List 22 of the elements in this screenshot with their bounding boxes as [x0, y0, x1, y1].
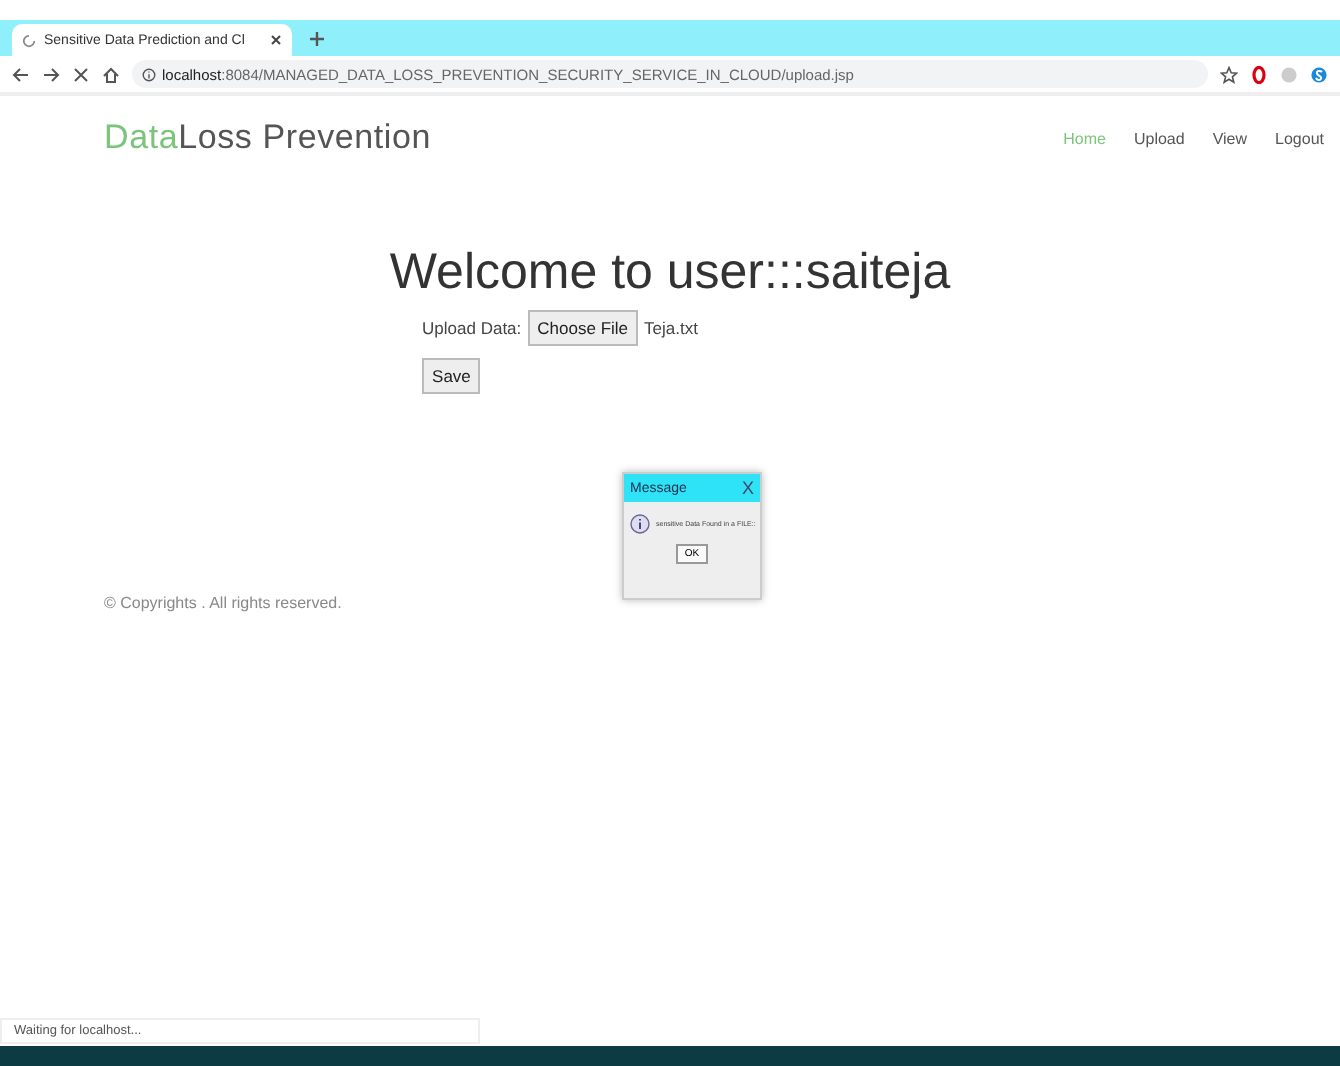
extension-icon[interactable]: [1310, 65, 1328, 83]
stop-icon[interactable]: [72, 65, 90, 83]
forward-icon[interactable]: [42, 65, 60, 83]
upload-label: Upload Data:: [422, 318, 522, 338]
close-button[interactable]: X: [741, 478, 754, 498]
site-logo[interactable]: DataLoss Prevention: [104, 118, 1064, 158]
copyright-text: © Copyrights . All rights reserved.: [104, 594, 344, 612]
new-tab-icon[interactable]: [308, 29, 326, 47]
choose-file-button[interactable]: Choose File: [527, 310, 639, 346]
nav-link[interactable]: View: [1212, 129, 1248, 147]
welcome-heading: Welcome to user:::saiteja: [389, 244, 951, 302]
info-icon: [630, 514, 650, 534]
nav-link[interactable]: Logout: [1275, 129, 1324, 147]
file-name: Teja.txt: [644, 318, 698, 338]
home-icon[interactable]: [102, 65, 120, 83]
star-icon[interactable]: [1220, 65, 1238, 83]
ring-icon[interactable]: [1250, 65, 1268, 83]
nav-link[interactable]: Upload: [1133, 129, 1185, 147]
info-icon[interactable]: [142, 67, 156, 81]
close-icon[interactable]: [270, 34, 282, 46]
back-icon[interactable]: [12, 65, 30, 83]
save-button[interactable]: Save: [422, 358, 481, 394]
